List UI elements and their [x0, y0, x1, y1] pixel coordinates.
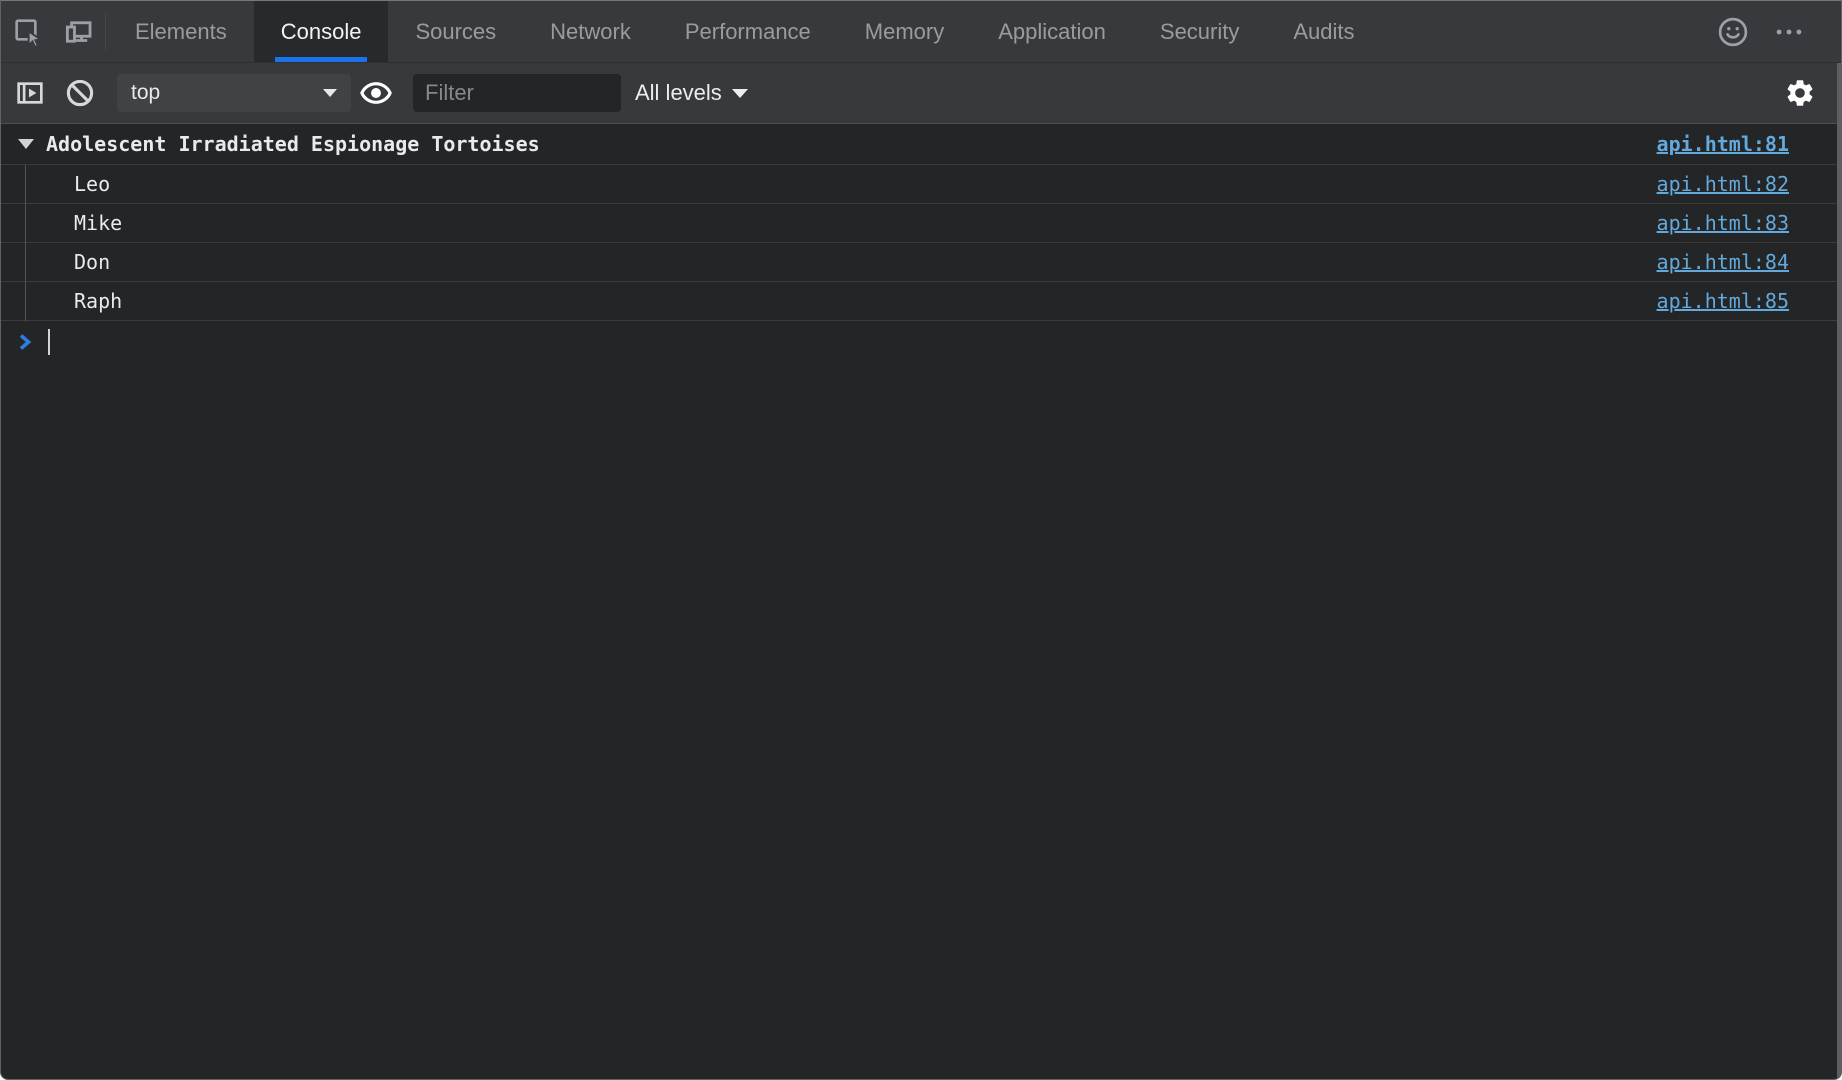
- tab-network[interactable]: Network: [523, 1, 658, 62]
- tab-elements[interactable]: Elements: [108, 1, 254, 62]
- tab-audits[interactable]: Audits: [1266, 1, 1381, 62]
- overflow-menu-icon[interactable]: [1761, 1, 1817, 62]
- source-link[interactable]: api.html:82: [1657, 172, 1789, 196]
- console-prompt[interactable]: [1, 321, 1841, 363]
- source-link[interactable]: api.html:84: [1657, 250, 1789, 274]
- console-message-row: Mike api.html:83: [1, 204, 1841, 243]
- chevron-down-icon: [732, 89, 748, 98]
- execution-context-selector[interactable]: top: [117, 74, 351, 112]
- message-text: Raph: [74, 289, 122, 313]
- source-link[interactable]: api.html:83: [1657, 211, 1789, 235]
- source-link[interactable]: api.html:81: [1657, 132, 1789, 156]
- message-text: Mike: [74, 211, 122, 235]
- scrollbar-track[interactable]: [1837, 63, 1841, 1079]
- filter-input[interactable]: [413, 74, 621, 112]
- settings-gear-icon[interactable]: [1775, 77, 1825, 109]
- panel-tabs: Elements Console Sources Network Perform…: [108, 1, 1382, 62]
- console-message-row: Raph api.html:85: [1, 282, 1841, 321]
- source-link[interactable]: api.html:85: [1657, 289, 1789, 313]
- inspect-element-icon[interactable]: [3, 1, 53, 62]
- tab-sources[interactable]: Sources: [388, 1, 523, 62]
- console-message-row: Don api.html:84: [1, 243, 1841, 282]
- tab-memory[interactable]: Memory: [838, 1, 971, 62]
- feedback-smiley-icon[interactable]: [1705, 1, 1761, 62]
- group-header-message: Adolescent Irradiated Espionage Tortoise…: [18, 132, 540, 156]
- live-expression-eye-icon[interactable]: [351, 63, 401, 123]
- tabbar-right-icons: [1705, 1, 1841, 62]
- log-level-value: All levels: [635, 80, 722, 106]
- log-level-selector[interactable]: All levels: [635, 80, 748, 106]
- message-text: Leo: [74, 172, 110, 196]
- prompt-chevron-icon: [13, 330, 37, 354]
- message-text: Don: [74, 250, 110, 274]
- console-group-header[interactable]: Adolescent Irradiated Espionage Tortoise…: [1, 124, 1841, 165]
- console-toolbar: top All levels: [1, 63, 1841, 124]
- group-title: Adolescent Irradiated Espionage Tortoise…: [46, 132, 540, 156]
- execution-context-value: top: [131, 81, 160, 105]
- disclosure-triangle-icon[interactable]: [18, 139, 34, 149]
- clear-console-icon[interactable]: [55, 63, 105, 123]
- tab-performance[interactable]: Performance: [658, 1, 838, 62]
- chevron-down-icon: [323, 89, 337, 97]
- console-sidebar-toggle-icon[interactable]: [5, 63, 55, 123]
- device-toolbar-icon[interactable]: [53, 1, 103, 62]
- console-messages: Adolescent Irradiated Espionage Tortoise…: [1, 124, 1841, 363]
- tab-security[interactable]: Security: [1133, 1, 1266, 62]
- text-cursor: [48, 329, 50, 355]
- console-message-row: Leo api.html:82: [1, 165, 1841, 204]
- tabbar-separator: [105, 13, 106, 50]
- devtools-window: Elements Console Sources Network Perform…: [0, 0, 1842, 1080]
- tab-application[interactable]: Application: [971, 1, 1133, 62]
- devtools-tabbar: Elements Console Sources Network Perform…: [1, 1, 1841, 63]
- tabbar-left-icons: [1, 1, 103, 62]
- tab-console[interactable]: Console: [254, 1, 389, 62]
- toolbar-right-icons: [1775, 77, 1841, 109]
- console-group-children: Leo api.html:82 Mike api.html:83 Don api…: [1, 165, 1841, 321]
